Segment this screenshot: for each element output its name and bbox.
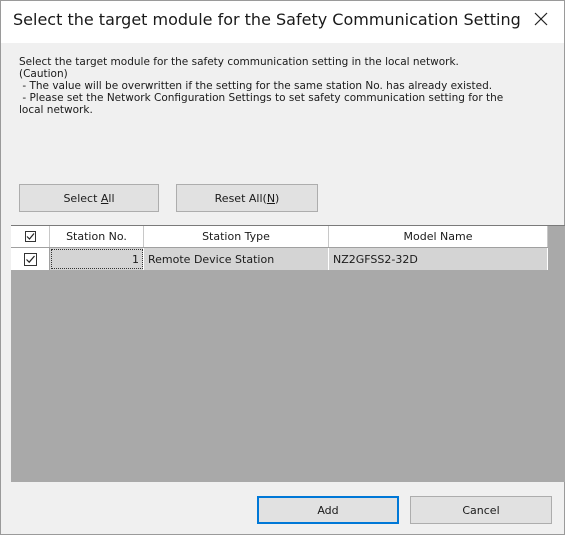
select-all-label-prefix: Select bbox=[63, 191, 101, 205]
table-header: Station No. Station Type Model Name bbox=[11, 226, 548, 248]
add-button[interactable]: Add bbox=[257, 496, 399, 524]
header-checkbox-cell[interactable] bbox=[11, 226, 50, 247]
dialog-title: Select the target module for the Safety … bbox=[13, 10, 521, 29]
add-button-label: Add bbox=[317, 503, 339, 517]
description-line: - Please set the Network Configuration S… bbox=[19, 92, 504, 104]
reset-all-button[interactable]: Reset All(N) bbox=[176, 184, 318, 212]
column-header-station-type[interactable]: Station Type bbox=[144, 226, 329, 247]
description-line: - The value will be overwritten if the s… bbox=[19, 80, 493, 92]
close-button[interactable] bbox=[518, 1, 564, 37]
module-table: Station No. Station Type Model Name 1 Re… bbox=[11, 225, 565, 482]
column-header-model-name[interactable]: Model Name bbox=[329, 226, 548, 247]
checkmark-icon bbox=[26, 233, 34, 240]
description-line: (Caution) bbox=[19, 68, 68, 80]
model-name-cell[interactable]: NZ2GFSS2-32D bbox=[329, 248, 548, 270]
checkmark-icon bbox=[25, 255, 35, 263]
description-line: Select the target module for the safety … bbox=[19, 56, 459, 68]
cancel-button-label: Cancel bbox=[462, 503, 500, 517]
column-header-station-no[interactable]: Station No. bbox=[50, 226, 144, 247]
station-no-cell[interactable]: 1 bbox=[50, 248, 144, 270]
header-checkbox[interactable] bbox=[24, 231, 36, 242]
row-checkbox-cell[interactable] bbox=[11, 248, 50, 270]
title-bar: Select the target module for the Safety … bbox=[1, 1, 564, 43]
table-row[interactable]: 1 Remote Device Station NZ2GFSS2-32D bbox=[11, 248, 548, 270]
reset-all-mnemonic: N bbox=[266, 191, 276, 205]
cancel-button[interactable]: Cancel bbox=[410, 496, 552, 524]
select-all-label-suffix: ll bbox=[108, 191, 115, 205]
station-type-cell[interactable]: Remote Device Station bbox=[144, 248, 329, 270]
select-all-mnemonic: A bbox=[100, 191, 109, 205]
safety-communication-dialog: Select the target module for the Safety … bbox=[0, 0, 565, 535]
select-all-button[interactable]: Select All bbox=[19, 184, 159, 212]
reset-all-label-prefix: Reset All( bbox=[214, 191, 267, 205]
row-checkbox[interactable] bbox=[23, 252, 37, 266]
close-icon bbox=[534, 12, 548, 26]
reset-all-label-suffix: ) bbox=[275, 191, 280, 205]
description-line: local network. bbox=[19, 104, 93, 116]
description: Select the target module for the safety … bbox=[19, 56, 549, 116]
